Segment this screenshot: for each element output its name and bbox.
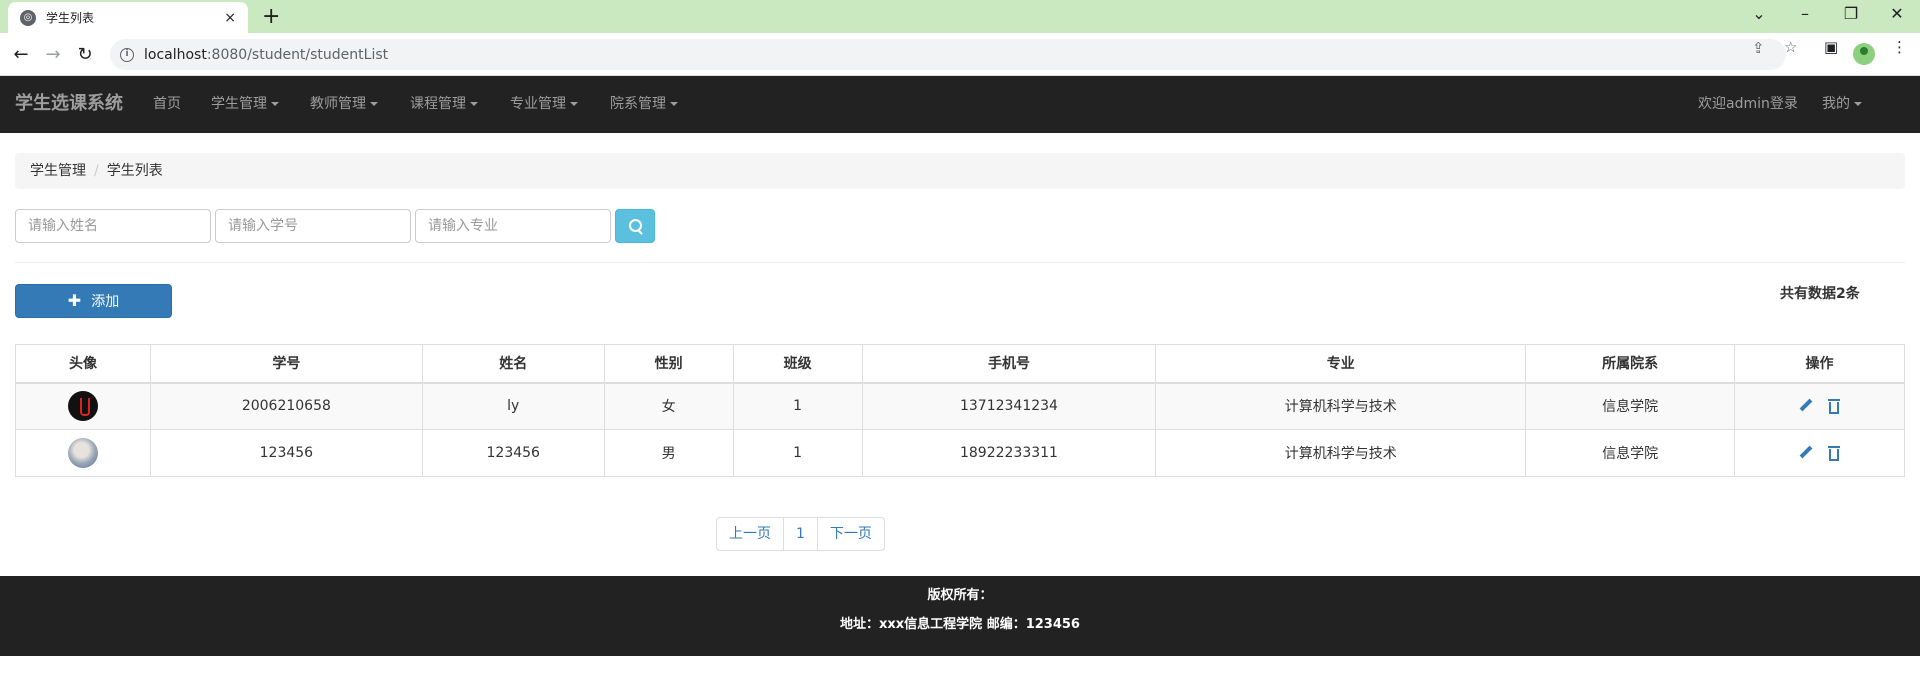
nav-home[interactable]: 首页 <box>153 76 181 132</box>
header-class: 班级 <box>732 344 863 384</box>
footer-copyright: 版权所有： <box>927 588 993 603</box>
back-icon[interactable]: ← <box>8 42 34 68</box>
avatar <box>67 391 98 422</box>
cell-major: 计算机科学与技术 <box>1155 429 1527 477</box>
nav-student-management[interactable]: 学生管理 <box>211 76 279 132</box>
nav-mine[interactable]: 我的 <box>1822 76 1862 132</box>
pagination: 上一页 1 下一页 <box>716 517 885 551</box>
cell-actions <box>1734 382 1905 430</box>
tab-title: 学生列表 <box>46 11 95 25</box>
sidepanel-icon[interactable]: ▣ <box>1824 38 1838 56</box>
cell-student-id: 123456 <box>149 429 423 477</box>
close-tab-icon[interactable]: × <box>224 10 236 26</box>
address-bar[interactable]: i localhost:8080/student/studentList <box>110 39 1786 70</box>
cell-gender: 女 <box>603 382 734 430</box>
reload-icon[interactable]: ↻ <box>72 42 98 68</box>
new-tab-button[interactable]: + <box>262 3 280 31</box>
table-row: 123456 123456 男 1 18922233311 计算机科学与技术 信… <box>15 429 1905 477</box>
browser-tab[interactable]: ◎ 学生列表 × <box>8 2 248 33</box>
breadcrumb-student-list: 学生列表 <box>106 163 163 179</box>
nav-department-management[interactable]: 院系管理 <box>610 76 678 132</box>
restore-icon[interactable]: ❐ <box>1828 0 1874 30</box>
menu-icon[interactable]: ⋮ <box>1892 38 1907 56</box>
cell-name: 123456 <box>421 429 605 477</box>
plus-icon: ✚ <box>67 291 82 310</box>
add-button[interactable]: ✚ 添加 <box>15 284 172 318</box>
cell-major: 计算机科学与技术 <box>1155 382 1527 430</box>
cell-class: 1 <box>732 429 863 477</box>
record-count: 共有数据2条 <box>1780 286 1860 302</box>
next-page-link[interactable]: 下一页 <box>816 517 885 551</box>
breadcrumb-separator: / <box>94 163 99 179</box>
header-phone: 手机号 <box>861 344 1157 384</box>
browser-tabstrip: ◎ 学生列表 × + ⌄ – ❐ ✕ <box>0 0 1920 33</box>
page-1-link[interactable]: 1 <box>783 517 818 551</box>
caret-down-icon <box>470 102 478 106</box>
browser-toolbar: ← → ↻ i localhost:8080/student/studentLi… <box>0 33 1920 76</box>
url-text: localhost:8080/student/studentList <box>144 46 389 63</box>
nav-teacher-management[interactable]: 教师管理 <box>310 76 378 132</box>
profile-icon[interactable] <box>1853 43 1875 65</box>
caret-down-icon <box>370 102 378 106</box>
major-search-input[interactable] <box>415 209 611 243</box>
forward-icon[interactable]: → <box>40 42 66 68</box>
tab-search-icon[interactable]: ⌄ <box>1736 0 1782 30</box>
table-header-row: 头像 学号 姓名 性别 班级 手机号 专业 所属院系 操作 <box>15 344 1905 384</box>
caret-down-icon <box>670 102 678 106</box>
edit-pencil-icon[interactable] <box>1799 399 1813 413</box>
header-name: 姓名 <box>421 344 605 384</box>
minimize-icon[interactable]: – <box>1782 0 1828 30</box>
close-window-icon[interactable]: ✕ <box>1874 0 1920 30</box>
breadcrumb: 学生管理 / 学生列表 <box>15 153 1905 189</box>
header-department: 所属院系 <box>1525 344 1736 384</box>
student-id-search-input[interactable] <box>215 209 411 243</box>
footer-address: 地址：xxx信息工程学院 邮编：123456 <box>840 617 1080 632</box>
nav-major-management[interactable]: 专业管理 <box>510 76 578 132</box>
cell-student-id: 2006210658 <box>149 382 423 430</box>
welcome-text: 欢迎admin登录 <box>1698 96 1798 112</box>
header-gender: 性别 <box>603 344 734 384</box>
cell-gender: 男 <box>603 429 734 477</box>
avatar-cell <box>15 382 151 430</box>
caret-down-icon <box>570 102 578 106</box>
table-row: 2006210658 ly 女 1 13712341234 计算机科学与技术 信… <box>15 382 1905 430</box>
info-icon[interactable]: i <box>120 47 134 62</box>
share-icon[interactable]: ⇪ <box>1752 39 1765 57</box>
header-major: 专业 <box>1155 344 1527 384</box>
prev-page-link[interactable]: 上一页 <box>716 517 784 551</box>
student-table: 头像 学号 姓名 性别 班级 手机号 专业 所属院系 操作 2006210658… <box>15 344 1905 477</box>
header-actions: 操作 <box>1734 344 1905 384</box>
delete-trash-icon[interactable] <box>1827 446 1840 461</box>
cell-actions <box>1734 429 1905 477</box>
brand-title[interactable]: 学生选课系统 <box>15 76 123 132</box>
caret-down-icon <box>271 102 279 106</box>
cell-name: ly <box>421 382 605 430</box>
cell-department: 信息学院 <box>1525 382 1736 430</box>
header-avatar: 头像 <box>15 344 151 384</box>
cell-phone: 18922233311 <box>861 429 1157 477</box>
app-navbar: 学生选课系统 首页 学生管理 教师管理 课程管理 专业管理 院系管理 欢迎adm… <box>0 76 1920 133</box>
avatar-cell <box>15 429 151 477</box>
delete-trash-icon[interactable] <box>1827 399 1840 415</box>
edit-pencil-icon[interactable] <box>1799 446 1813 460</box>
header-student-id: 学号 <box>149 344 423 384</box>
name-search-input[interactable] <box>15 209 211 243</box>
cell-department: 信息学院 <box>1525 429 1736 477</box>
cell-phone: 13712341234 <box>861 382 1157 430</box>
divider <box>15 262 1905 263</box>
avatar <box>67 438 98 468</box>
breadcrumb-student-management[interactable]: 学生管理 <box>30 163 86 179</box>
globe-icon: ◎ <box>20 9 36 26</box>
footer: 版权所有： 地址：xxx信息工程学院 邮编：123456 <box>0 576 1920 656</box>
star-icon[interactable]: ☆ <box>1784 38 1797 56</box>
caret-down-icon <box>1854 102 1862 106</box>
cell-class: 1 <box>732 382 863 430</box>
nav-course-management[interactable]: 课程管理 <box>410 76 478 132</box>
search-button[interactable] <box>615 209 655 243</box>
